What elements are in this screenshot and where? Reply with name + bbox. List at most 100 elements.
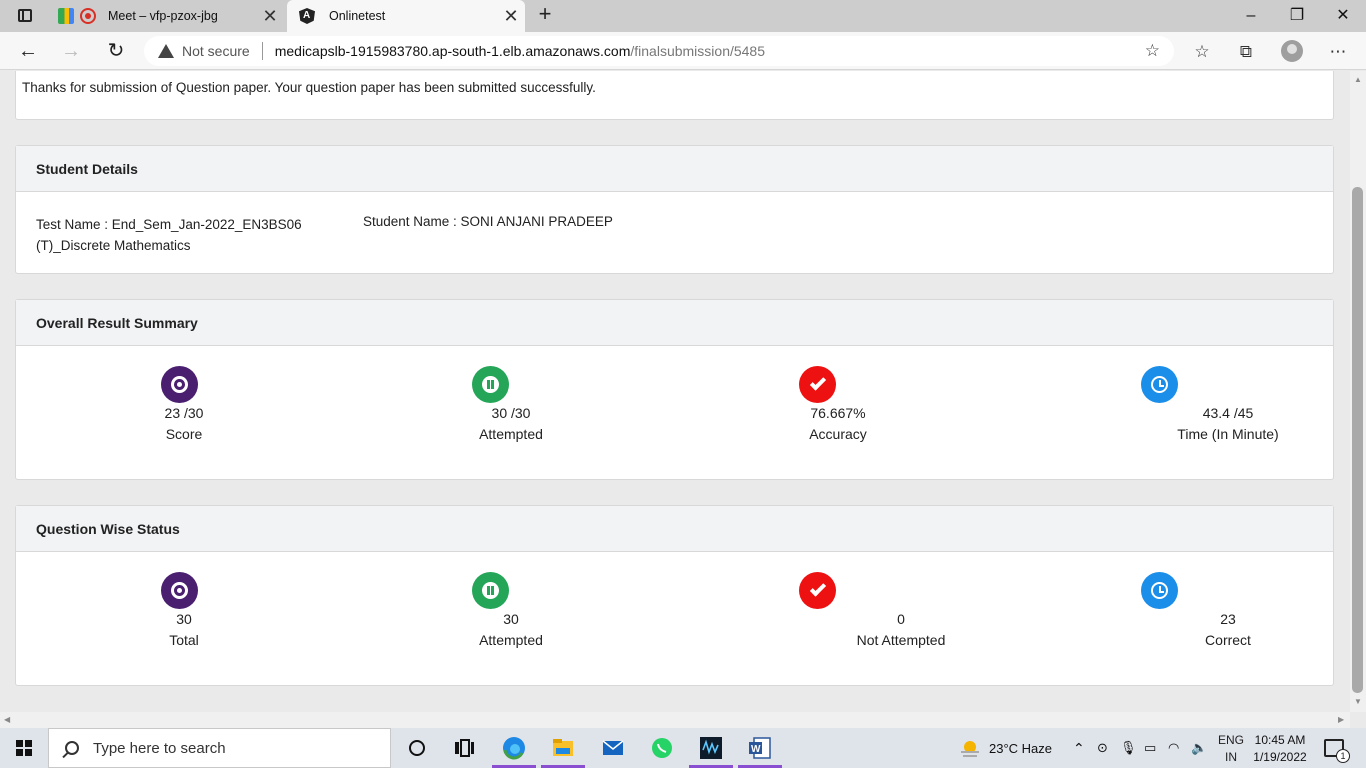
stat-value: 76.667% <box>810 405 866 421</box>
meet-now-icon[interactable]: ⊙ <box>1097 728 1108 768</box>
horizontal-scrollbar[interactable]: ◀ ▶ <box>0 712 1350 728</box>
page-viewport: Thanks for submission of Question paper.… <box>0 71 1350 712</box>
back-button[interactable]: ← <box>14 38 42 64</box>
stat-value: 30 <box>503 611 519 627</box>
scroll-down-icon[interactable]: ▼ <box>1354 697 1362 706</box>
system-clock[interactable]: 10:45 AM 1/19/2022 <box>1250 732 1310 766</box>
windows-start-icon[interactable] <box>16 740 32 756</box>
scroll-up-icon[interactable]: ▲ <box>1354 75 1362 84</box>
battery-icon[interactable]: ▭ <box>1144 728 1156 768</box>
word-icon[interactable]: W <box>748 736 772 760</box>
student-details-card: Student Details Test Name : End_Sem_Jan-… <box>15 145 1334 274</box>
submission-message: Thanks for submission of Question paper.… <box>22 80 596 95</box>
notification-center-icon[interactable]: 1 <box>1324 739 1350 763</box>
student-name: Student Name : SONI ANJANI PRADEEP <box>363 214 613 229</box>
collections-icon[interactable]: ⧉ <box>1235 41 1257 63</box>
forward-button[interactable]: → <box>57 38 85 64</box>
stat-label: Score <box>165 426 203 442</box>
search-icon <box>65 741 79 755</box>
tab-onlinetest[interactable]: A Onlinetest ✕ <box>287 0 525 32</box>
add-favorite-icon[interactable]: ☆ <box>1145 41 1160 61</box>
wifi-icon[interactable]: ◠ <box>1168 728 1179 768</box>
stat-value: 30 <box>176 611 192 627</box>
clock-icon <box>1141 572 1178 609</box>
overall-result-summary-card: Overall Result Summary 23 /30 Score 30 /… <box>15 299 1334 480</box>
minimize-button[interactable]: – <box>1228 0 1274 32</box>
submission-message-card: Thanks for submission of Question paper.… <box>15 71 1334 120</box>
refresh-button[interactable]: ↻ <box>102 38 130 64</box>
stat-label: Time (In Minute) <box>1177 426 1279 442</box>
test-name: Test Name : End_Sem_Jan-2022_EN3BS06 (T)… <box>36 217 302 253</box>
google-meet-icon <box>58 8 74 24</box>
stat-value: 43.4 /45 <box>1202 405 1254 421</box>
file-explorer-icon[interactable] <box>551 736 575 760</box>
stat-label: Correct <box>1205 632 1251 648</box>
overall-summary-heading: Overall Result Summary <box>16 300 1333 346</box>
stat-label: Attempted <box>479 632 543 648</box>
scroll-right-icon[interactable]: ▶ <box>1338 715 1344 724</box>
url-path: /finalsubmission/5485 <box>630 43 766 59</box>
stat-value: 23 /30 <box>164 405 204 421</box>
address-bar[interactable]: Not secure medicapslb-1915983780.ap-sout… <box>144 36 1174 66</box>
clock-date: 1/19/2022 <box>1253 750 1307 764</box>
windows-taskbar: Type here to search W 23°C Haze ⌃ ⊙ 🎙 ▭ … <box>0 728 1366 768</box>
mail-icon[interactable] <box>601 736 625 760</box>
tab-actions-icon[interactable] <box>8 6 40 26</box>
scrollbar-thumb[interactable] <box>1352 187 1363 693</box>
vertical-scrollbar[interactable]: ▲ ▼ <box>1350 71 1366 712</box>
check-icon <box>799 572 836 609</box>
stat-label: Attempted <box>479 426 543 442</box>
notification-count: 1 <box>1336 749 1350 763</box>
task-view-icon[interactable] <box>452 736 476 760</box>
stat-value: 23 <box>1220 611 1236 627</box>
recording-icon <box>80 8 96 24</box>
stat-label: Total <box>169 632 199 648</box>
more-options-icon[interactable]: ⋯ <box>1327 41 1349 63</box>
edge-icon[interactable] <box>502 736 526 760</box>
tab-meet[interactable]: Meet – vfp-pzox-jbg ✕ <box>48 0 284 32</box>
tab-onlinetest-label: Onlinetest <box>329 9 386 23</box>
cortana-icon[interactable] <box>405 736 429 760</box>
target-icon <box>161 572 198 609</box>
close-window-button[interactable]: ✕ <box>1320 0 1366 32</box>
target-icon <box>161 366 198 403</box>
tab-meet-label: Meet – vfp-pzox-jbg <box>108 9 218 23</box>
question-status-heading: Question Wise Status <box>16 506 1333 552</box>
new-tab-button[interactable]: + <box>533 3 557 27</box>
check-icon <box>799 366 836 403</box>
taskbar-search-input[interactable]: Type here to search <box>48 728 391 768</box>
stat-value: 30 /30 <box>491 405 531 421</box>
security-label: Not secure <box>182 43 250 59</box>
question-wise-status-card: Question Wise Status 30 Total 30 Attempt… <box>15 505 1334 686</box>
favorites-icon[interactable]: ☆ <box>1191 41 1213 63</box>
stat-label: Accuracy <box>809 426 867 442</box>
angular-icon: A <box>299 8 315 24</box>
stat-label: Not Attempted <box>856 632 946 648</box>
language-indicator[interactable]: ENG IN <box>1214 732 1248 766</box>
pause-icon <box>472 366 509 403</box>
profile-avatar[interactable] <box>1281 40 1303 62</box>
stat-value: 0 <box>897 611 905 627</box>
browser-toolbar: ← → ↻ Not secure medicapslb-1915983780.a… <box>0 32 1366 70</box>
restore-button[interactable]: ❐ <box>1274 0 1320 32</box>
clock-time: 10:45 AM <box>1254 733 1306 747</box>
microphone-icon[interactable]: 🎙 <box>1120 728 1137 768</box>
weather-haze-icon <box>961 741 979 757</box>
whatsapp-icon[interactable] <box>650 736 674 760</box>
browser-tab-strip: Meet – vfp-pzox-jbg ✕ A Onlinetest ✕ + –… <box>0 0 1366 32</box>
chevron-up-icon[interactable]: ⌃ <box>1073 728 1085 768</box>
close-icon[interactable]: ✕ <box>256 6 284 27</box>
svg-text:W: W <box>751 744 761 755</box>
pause-icon <box>472 572 509 609</box>
volume-icon[interactable]: 🔈 <box>1191 728 1207 768</box>
scroll-left-icon[interactable]: ◀ <box>4 715 10 724</box>
lang-code: ENG <box>1217 733 1244 747</box>
close-icon[interactable]: ✕ <box>497 6 525 27</box>
waves-app-icon[interactable] <box>699 736 723 760</box>
search-placeholder: Type here to search <box>93 739 226 757</box>
weather-text[interactable]: 23°C Haze <box>989 728 1052 768</box>
warning-icon <box>158 44 174 58</box>
region-code: IN <box>1225 750 1237 764</box>
clock-icon <box>1141 366 1178 403</box>
student-details-heading: Student Details <box>16 146 1333 192</box>
